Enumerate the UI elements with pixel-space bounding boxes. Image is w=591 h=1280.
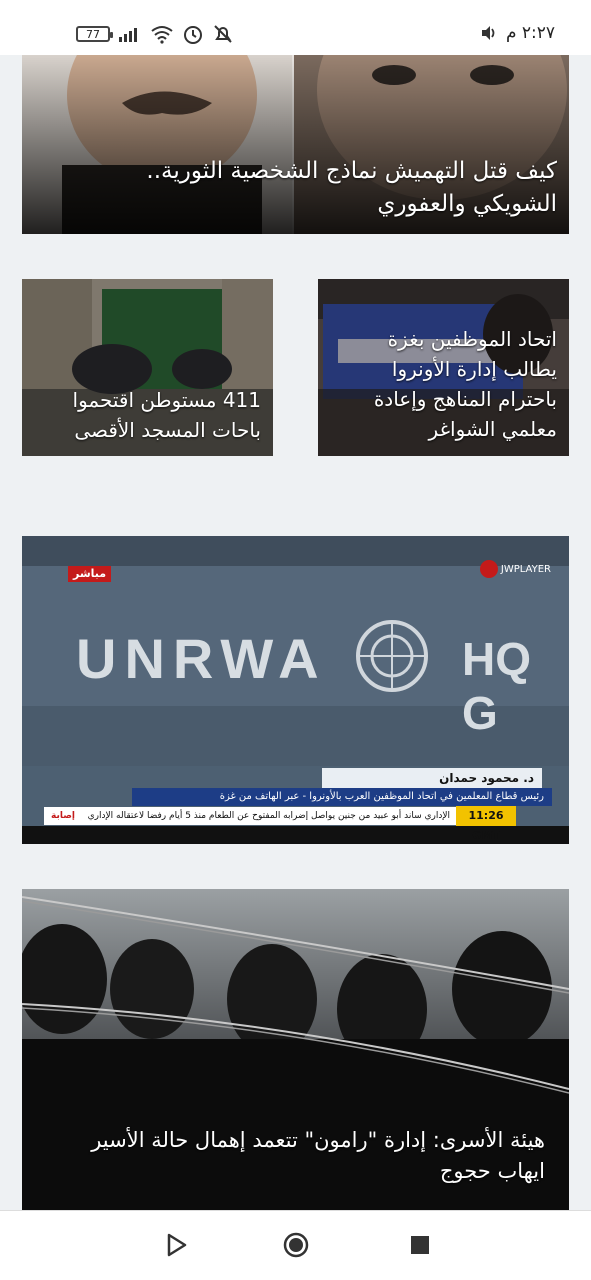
alarm-icon — [184, 26, 202, 44]
back-icon[interactable] — [162, 1231, 190, 1259]
article-title: اتحاد الموظفين بغزة يطالب إدارة الأونروا… — [373, 327, 557, 441]
article-card[interactable]: هيئة الأسرى: إدارة "رامون" تتعمد إهمال ح… — [22, 889, 569, 1210]
player-logo: JWPLAYER — [479, 560, 551, 578]
speaker-title: رئيس قطاع المعلمين في اتحاد الموظفين الع… — [132, 788, 552, 806]
signal-icon — [119, 28, 137, 42]
volume-icon — [481, 26, 495, 40]
notifications-off-icon — [214, 25, 232, 43]
system-nav-bar — [0, 1210, 591, 1280]
live-badge: مباشر — [68, 566, 112, 582]
ticker-tag: إصابة — [44, 807, 82, 825]
battery-icon: 77 — [76, 26, 113, 42]
article-title: هيئة الأسرى: إدارة "رامون" تتعمد إهمال ح… — [91, 1128, 545, 1183]
wall-text-2: HQ G — [462, 633, 531, 739]
clock: ٢:٢٧ م — [505, 23, 555, 43]
speaker-name: د. محمود حمدان — [322, 768, 542, 788]
news-ticker: الإداري ساند أبو عبيد من جنين يواصل إضرا… — [82, 807, 456, 825]
article-card[interactable]: 411 مستوطن اقتحموا باحات المسجد الأقصى — [22, 279, 273, 456]
article-card[interactable]: كيف قتل التهميش نماذج الشخصية الثورية.. … — [22, 55, 569, 234]
recents-icon[interactable] — [406, 1231, 434, 1259]
player-logo-icon — [479, 560, 498, 578]
wifi-icon — [151, 26, 173, 44]
article-card[interactable]: اتحاد الموظفين بغزة يطالب إدارة الأونروا… — [318, 279, 569, 456]
home-icon[interactable] — [282, 1231, 310, 1259]
wall-text: UNRWA — [76, 627, 327, 690]
status-icons-right: ٢:٢٧ م — [480, 20, 555, 46]
article-title: 411 مستوطن اقتحموا باحات المسجد الأقصى — [72, 388, 261, 442]
battery-level: 77 — [86, 27, 100, 41]
article-title: كيف قتل التهميش نماذج الشخصية الثورية.. … — [146, 158, 557, 217]
time-badge: 11:26 GMT — [456, 806, 516, 842]
video-player[interactable]: مباشر JWPLAYER UNRWA HQ G د. محمود حمدان… — [22, 536, 569, 844]
status-bar: 77 ٢:٢٧ م — [0, 0, 591, 55]
status-icons-left: 77 — [76, 22, 234, 46]
